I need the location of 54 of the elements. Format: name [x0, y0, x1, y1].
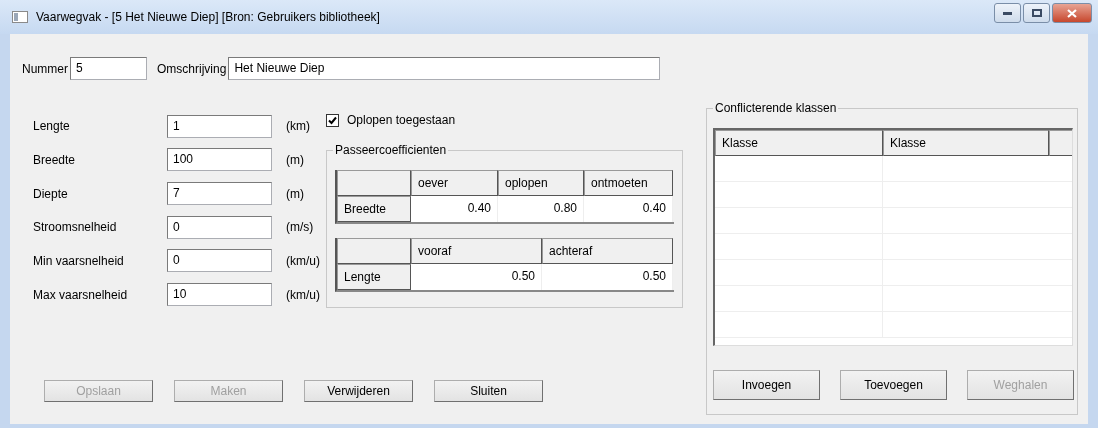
column-header: vooraf	[411, 238, 542, 264]
unit-label: (m)	[286, 186, 305, 201]
checkbox[interactable]	[326, 113, 339, 127]
field-label: Stroomsnelheid	[33, 220, 118, 235]
dialog-button[interactable]: Verwijderen	[304, 380, 413, 402]
row-header: Lengte	[337, 264, 411, 290]
group-title: Passeercoefficienten	[333, 143, 449, 157]
minimize-icon	[1003, 11, 1012, 15]
window-title: Vaarwegvak - [5 Het Nieuwe Diep] [Bron: Gebruikers bibliotheek]	[36, 10, 381, 24]
group-title: Conflicterende klassen	[713, 101, 839, 115]
text-field[interactable]: 100	[167, 148, 272, 172]
column-header: Klasse	[715, 130, 883, 156]
column-header: ontmoeten	[584, 170, 673, 196]
dialog-button[interactable]: Sluiten	[434, 380, 543, 402]
class-list[interactable]: Klasse Klasse	[713, 128, 1073, 346]
text-field[interactable]: 10	[167, 283, 272, 307]
table-cell[interactable]: 0.80	[498, 196, 584, 222]
unit-label: (km/u)	[286, 254, 321, 268]
field-label: Omschrijving	[157, 61, 227, 76]
checkbox-label: Oplopen toegestaan	[347, 113, 456, 127]
maximize-button[interactable]	[1023, 3, 1050, 23]
text-field[interactable]: 0	[167, 249, 272, 273]
close-icon	[1067, 8, 1077, 18]
maximize-icon	[1031, 9, 1042, 17]
column-header	[1049, 130, 1072, 156]
text-field[interactable]: 0	[167, 215, 272, 239]
list-button[interactable]: Invoegen	[713, 370, 820, 400]
row-header: Breedte	[337, 196, 411, 222]
text-field[interactable]: Het Nieuwe Diep	[228, 57, 661, 80]
minimize-button[interactable]	[994, 3, 1021, 23]
table-cell[interactable]: 0.50	[411, 264, 542, 290]
text-field[interactable]: 5	[70, 57, 147, 80]
field-label: Lengte	[33, 119, 71, 134]
table-cell[interactable]: 0.50	[542, 264, 673, 290]
close-button[interactable]	[1052, 3, 1092, 23]
field-label: Nummer	[22, 61, 68, 76]
list-button[interactable]: Toevoegen	[840, 370, 947, 400]
text-field[interactable]: 7	[167, 182, 272, 206]
unit-label: (km)	[286, 119, 311, 134]
column-header: oplopen	[498, 170, 584, 196]
text-field[interactable]: 1	[167, 114, 272, 138]
table-cell[interactable]: 0.40	[584, 196, 673, 222]
field-label: Min vaarsnelheid	[33, 254, 125, 268]
unit-label: (m)	[286, 153, 305, 167]
field-label: Max vaarsnelheid	[33, 287, 129, 302]
table-cell[interactable]: 0.40	[411, 196, 498, 222]
field-label: Diepte	[33, 186, 69, 201]
column-header: oever	[411, 170, 498, 196]
unit-label: (m/s)	[286, 220, 315, 235]
column-header: achteraf	[542, 238, 673, 264]
field-label: Breedte	[33, 153, 77, 167]
column-header: Klasse	[883, 130, 1049, 156]
unit-label: (km/u)	[286, 287, 321, 302]
window-icon	[12, 11, 28, 23]
